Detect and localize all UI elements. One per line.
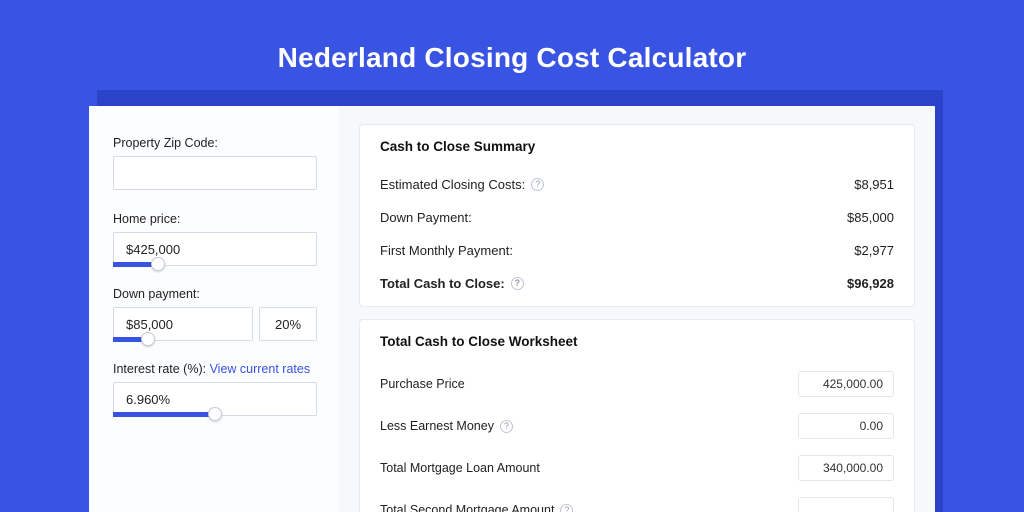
down-payment-pct-input[interactable] (259, 307, 317, 341)
worksheet-less-earnest: Less Earnest Money ? 0.00 (380, 405, 894, 447)
view-rates-link[interactable]: View current rates (210, 362, 311, 376)
first-monthly-label: First Monthly Payment: (380, 243, 513, 258)
zip-label: Property Zip Code: (113, 136, 317, 150)
interest-rate-slider-thumb[interactable] (208, 407, 222, 421)
home-price-input[interactable] (113, 232, 317, 266)
inputs-column: Property Zip Code: Home price: Down paym… (89, 106, 339, 512)
summary-down-payment: Down Payment: $85,000 (380, 201, 894, 234)
interest-rate-field: Interest rate (%): View current rates (113, 362, 317, 416)
worksheet-second-mortgage: Total Second Mortgage Amount ? (380, 489, 894, 512)
loan-amount-value[interactable]: 340,000.00 (798, 455, 894, 481)
zip-field: Property Zip Code: (113, 136, 317, 190)
down-payment-slider-thumb[interactable] (141, 332, 155, 346)
help-icon[interactable]: ? (511, 277, 524, 290)
results-column: Cash to Close Summary Estimated Closing … (339, 106, 935, 512)
summary-down-payment-label: Down Payment: (380, 210, 472, 225)
down-payment-input[interactable] (113, 307, 253, 341)
first-monthly-value: $2,977 (854, 243, 894, 258)
home-price-slider-thumb[interactable] (151, 257, 165, 271)
summary-down-payment-value: $85,000 (847, 210, 894, 225)
worksheet-loan-amount: Total Mortgage Loan Amount 340,000.00 (380, 447, 894, 489)
summary-total: Total Cash to Close: ? $96,928 (380, 267, 894, 300)
calculator-card: Property Zip Code: Home price: Down paym… (89, 106, 935, 512)
summary-panel: Cash to Close Summary Estimated Closing … (359, 124, 915, 307)
help-icon[interactable]: ? (500, 420, 513, 433)
down-payment-label: Down payment: (113, 287, 317, 301)
summary-first-monthly: First Monthly Payment: $2,977 (380, 234, 894, 267)
home-price-field: Home price: (113, 212, 317, 266)
summary-heading: Cash to Close Summary (380, 139, 894, 154)
help-icon[interactable]: ? (531, 178, 544, 191)
total-label: Total Cash to Close: (380, 276, 505, 291)
loan-amount-label: Total Mortgage Loan Amount (380, 461, 540, 475)
second-mortgage-value[interactable] (798, 497, 894, 512)
total-value: $96,928 (847, 276, 894, 291)
worksheet-heading: Total Cash to Close Worksheet (380, 334, 894, 349)
estimated-costs-value: $8,951 (854, 177, 894, 192)
down-payment-field: Down payment: (113, 287, 317, 341)
page-title: Nederland Closing Cost Calculator (278, 42, 747, 74)
less-earnest-value[interactable]: 0.00 (798, 413, 894, 439)
less-earnest-label: Less Earnest Money (380, 419, 494, 433)
summary-estimated-costs: Estimated Closing Costs: ? $8,951 (380, 168, 894, 201)
interest-rate-label: Interest rate (%): View current rates (113, 362, 317, 376)
purchase-price-value[interactable]: 425,000.00 (798, 371, 894, 397)
worksheet-panel: Total Cash to Close Worksheet Purchase P… (359, 319, 915, 512)
worksheet-purchase-price: Purchase Price 425,000.00 (380, 363, 894, 405)
second-mortgage-label: Total Second Mortgage Amount (380, 503, 554, 512)
home-price-label: Home price: (113, 212, 317, 226)
zip-input[interactable] (113, 156, 317, 190)
help-icon[interactable]: ? (560, 504, 573, 512)
interest-rate-label-text: Interest rate (%): (113, 362, 210, 376)
purchase-price-label: Purchase Price (380, 377, 465, 391)
calculator-card-wrap: Property Zip Code: Home price: Down paym… (89, 106, 935, 512)
estimated-costs-label: Estimated Closing Costs: (380, 177, 525, 192)
